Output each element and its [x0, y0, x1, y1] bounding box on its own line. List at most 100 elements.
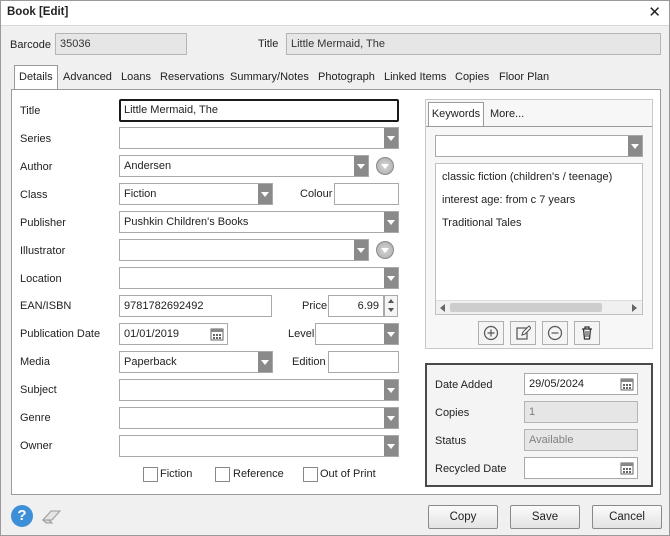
location-label: Location: [20, 273, 62, 285]
chevron-down-icon[interactable]: [354, 156, 368, 176]
edit-keyword-button[interactable]: [510, 321, 536, 345]
chevron-down-icon[interactable]: [384, 268, 398, 288]
location-combo[interactable]: [119, 267, 399, 289]
isbn-input[interactable]: 9781782692492: [119, 295, 272, 317]
class-value: Fiction: [124, 188, 157, 200]
keyword-combo[interactable]: [435, 135, 643, 157]
price-spinner[interactable]: [384, 295, 398, 317]
media-combo[interactable]: Paperback: [119, 351, 273, 373]
tab-advanced[interactable]: Advanced: [59, 65, 116, 89]
chevron-down-icon[interactable]: [258, 184, 272, 204]
tab-floor-plan[interactable]: Floor Plan: [495, 65, 553, 89]
calendar-icon[interactable]: [617, 374, 637, 394]
chevron-down-icon[interactable]: [354, 240, 368, 260]
date-added-input[interactable]: 29/05/2024: [524, 373, 638, 395]
tab-copies[interactable]: Copies: [451, 65, 493, 89]
chevron-down-icon[interactable]: [384, 128, 398, 148]
edition-input[interactable]: [328, 351, 399, 373]
copy-button[interactable]: Copy: [428, 505, 498, 529]
save-button[interactable]: Save: [510, 505, 580, 529]
chevron-down-icon[interactable]: [384, 380, 398, 400]
subject-label: Subject: [20, 384, 57, 396]
tab-linked-items[interactable]: Linked Items: [380, 65, 450, 89]
chevron-down-icon[interactable]: [384, 212, 398, 232]
keyword-item[interactable]: interest age: from c 7 years: [442, 194, 575, 206]
scrollbar-thumb[interactable]: [450, 303, 602, 312]
keywords-tab-body: classic fiction (children's / teenage) i…: [426, 126, 652, 348]
tab-photograph[interactable]: Photograph: [314, 65, 379, 89]
author-combo[interactable]: Andersen: [119, 155, 369, 177]
spin-up-icon[interactable]: [388, 299, 394, 303]
keywords-list[interactable]: classic fiction (children's / teenage) i…: [435, 163, 643, 315]
horizontal-scrollbar[interactable]: [436, 300, 642, 314]
subject-combo[interactable]: [119, 379, 399, 401]
status-label: Status: [435, 435, 467, 447]
publisher-label: Publisher: [20, 217, 66, 229]
item-info-box: Date Added 29/05/2024 Copies 1 Status Av…: [425, 363, 653, 487]
tab-loans[interactable]: Loans: [117, 65, 155, 89]
tab-keywords[interactable]: Keywords: [428, 102, 484, 126]
date-added-label: Date Added: [435, 379, 493, 391]
recycled-date-input[interactable]: [524, 457, 638, 479]
recycled-date-label: Recycled Date: [435, 463, 507, 475]
level-combo[interactable]: [315, 323, 399, 345]
owner-combo[interactable]: [119, 435, 399, 457]
cancel-button[interactable]: Cancel: [592, 505, 662, 529]
class-combo[interactable]: Fiction: [119, 183, 273, 205]
edit-icon: [516, 325, 531, 340]
chevron-down-icon[interactable]: [258, 352, 272, 372]
edit-book-window: Book [Edit] ✕ Barcode 35036 Title Little…: [0, 0, 670, 536]
copies-label: Copies: [435, 407, 470, 419]
chevron-down-icon[interactable]: [628, 136, 642, 156]
price-label: Price: [302, 300, 328, 312]
colour-input[interactable]: [334, 183, 399, 205]
genre-combo[interactable]: [119, 407, 399, 429]
isbn-label: EAN/ISBN: [20, 300, 72, 312]
pubdate-input[interactable]: 01/01/2019: [119, 323, 228, 345]
header-title-label: Title: [258, 38, 279, 50]
delete-keyword-button[interactable]: [574, 321, 600, 345]
genre-label: Genre: [20, 412, 51, 424]
scroll-right-icon[interactable]: [632, 304, 637, 312]
tab-more[interactable]: More...: [490, 102, 524, 126]
out-of-print-checkbox[interactable]: [303, 467, 318, 482]
trash-icon: [582, 326, 592, 340]
publisher-combo[interactable]: Pushkin Children's Books: [119, 211, 399, 233]
keyword-item[interactable]: Traditional Tales: [442, 217, 522, 229]
fiction-checkbox[interactable]: [143, 467, 158, 482]
scroll-left-icon[interactable]: [440, 304, 445, 312]
chevron-down-icon[interactable]: [384, 408, 398, 428]
close-icon[interactable]: ✕: [648, 3, 661, 21]
illustrator-combo[interactable]: [119, 239, 369, 261]
eraser-icon[interactable]: [41, 508, 63, 524]
owner-label: Owner: [20, 440, 53, 452]
copies-field: 1: [524, 401, 638, 423]
reference-checkbox[interactable]: [215, 467, 230, 482]
add-keyword-button[interactable]: [478, 321, 504, 345]
author-value: Andersen: [124, 160, 172, 172]
colour-label: Colour: [300, 188, 333, 200]
series-combo[interactable]: [119, 127, 399, 149]
date-added-value: 29/05/2024: [529, 378, 585, 390]
keyword-item[interactable]: classic fiction (children's / teenage): [442, 171, 612, 183]
chevron-down-icon[interactable]: [384, 324, 398, 344]
tab-details[interactable]: Details: [14, 65, 58, 90]
title-input[interactable]: Little Mermaid, The: [119, 99, 399, 122]
calendar-icon[interactable]: [207, 324, 227, 344]
tab-summary-notes[interactable]: Summary/Notes: [226, 65, 313, 89]
calendar-icon[interactable]: [617, 458, 637, 478]
illustrator-lookup-icon[interactable]: [376, 241, 394, 259]
status-field: Available: [524, 429, 638, 451]
reference-checkbox-label: Reference: [233, 468, 284, 480]
spin-down-icon[interactable]: [388, 308, 394, 312]
tab-reservations[interactable]: Reservations: [156, 65, 228, 89]
help-icon[interactable]: ?: [11, 505, 33, 527]
publisher-value: Pushkin Children's Books: [124, 216, 249, 228]
series-label: Series: [20, 133, 52, 145]
chevron-down-icon[interactable]: [384, 436, 398, 456]
remove-keyword-button[interactable]: [542, 321, 568, 345]
class-label: Class: [20, 189, 48, 201]
media-label: Media: [20, 356, 50, 368]
author-lookup-icon[interactable]: [376, 157, 394, 175]
price-input[interactable]: 6.99: [328, 295, 384, 317]
